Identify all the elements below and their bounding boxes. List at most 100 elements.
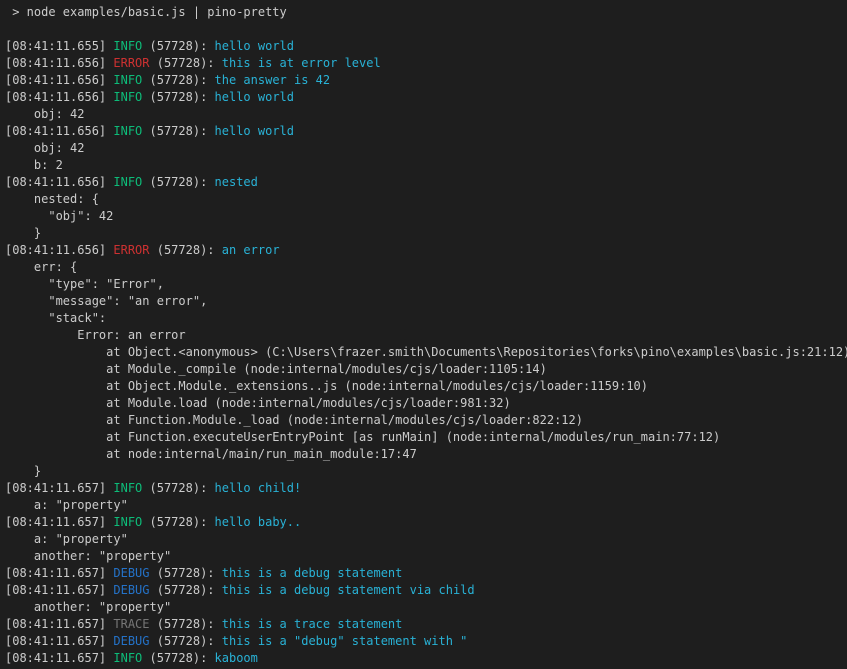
log-pid: (57728):: [142, 90, 214, 104]
log-level-debug: DEBUG: [113, 583, 149, 597]
log-timestamp: [08:41:11.657]: [5, 566, 113, 580]
log-timestamp: [08:41:11.657]: [5, 481, 113, 495]
log-timestamp: [08:41:11.656]: [5, 90, 113, 104]
log-pid: (57728):: [142, 39, 214, 53]
log-message: hello world: [215, 39, 294, 53]
terminal-line: obj: 42: [5, 140, 847, 157]
terminal-line: a: "property": [5, 531, 847, 548]
log-timestamp: [08:41:11.655]: [5, 39, 113, 53]
log-level-info: INFO: [113, 90, 142, 104]
command-text: > node examples/basic.js | pino-pretty: [5, 5, 287, 19]
terminal-line: b: 2: [5, 157, 847, 174]
log-pid: (57728):: [142, 481, 214, 495]
terminal-line: at Function.executeUserEntryPoint [as ru…: [5, 429, 847, 446]
log-message: kaboom: [215, 651, 258, 665]
terminal-line: at node:internal/main/run_main_module:17…: [5, 446, 847, 463]
terminal-line: "type": "Error",: [5, 276, 847, 293]
terminal-line: }: [5, 463, 847, 480]
log-level-trace: TRACE: [113, 617, 149, 631]
log-message: hello child!: [215, 481, 302, 495]
terminal-line: at Object.<anonymous> (C:\Users\frazer.s…: [5, 344, 847, 361]
log-message: the answer is 42: [215, 73, 331, 87]
terminal-line: err: {: [5, 259, 847, 276]
log-message: this is at error level: [222, 56, 381, 70]
log-stack-line: at Function.Module._load (node:internal/…: [5, 413, 583, 427]
log-pid: (57728):: [142, 124, 214, 138]
log-timestamp: [08:41:11.657]: [5, 617, 113, 631]
terminal-line: > node examples/basic.js | pino-pretty: [5, 4, 847, 21]
terminal-line: [08:41:11.656] INFO (57728): hello world: [5, 123, 847, 140]
log-property: "obj": 42: [5, 209, 113, 223]
log-timestamp: [08:41:11.656]: [5, 56, 113, 70]
log-level-info: INFO: [113, 124, 142, 138]
log-property: "message": "an error",: [5, 294, 207, 308]
log-timestamp: [08:41:11.657]: [5, 651, 113, 665]
terminal-line: a: "property": [5, 497, 847, 514]
log-property: another: "property": [5, 549, 171, 563]
log-message: nested: [215, 175, 258, 189]
log-level-info: INFO: [113, 175, 142, 189]
log-message: this is a "debug" statement with ": [222, 634, 468, 648]
log-stack-line: at Module.load (node:internal/modules/cj…: [5, 396, 511, 410]
log-property: obj: 42: [5, 141, 84, 155]
log-stack-line: at Function.executeUserEntryPoint [as ru…: [5, 430, 720, 444]
log-timestamp: [08:41:11.656]: [5, 124, 113, 138]
log-property: another: "property": [5, 600, 171, 614]
log-timestamp: [08:41:11.657]: [5, 583, 113, 597]
terminal-line: [08:41:11.657] INFO (57728): hello baby.…: [5, 514, 847, 531]
log-level-info: INFO: [113, 651, 142, 665]
log-property: "type": "Error",: [5, 277, 164, 291]
log-property: obj: 42: [5, 107, 84, 121]
log-level-error: ERROR: [113, 56, 149, 70]
terminal-output[interactable]: > node examples/basic.js | pino-pretty [0…: [0, 0, 847, 669]
log-timestamp: [08:41:11.656]: [5, 243, 113, 257]
log-property: a: "property": [5, 532, 128, 546]
log-message: hello world: [215, 90, 294, 104]
log-stack-line: at Object.<anonymous> (C:\Users\frazer.s…: [5, 345, 847, 359]
terminal-line: }: [5, 225, 847, 242]
log-property: }: [5, 464, 41, 478]
terminal-line: "message": "an error",: [5, 293, 847, 310]
log-property: }: [5, 226, 41, 240]
terminal-line: [08:41:11.657] INFO (57728): kaboom: [5, 650, 847, 667]
log-level-info: INFO: [113, 515, 142, 529]
log-property: err: {: [5, 260, 77, 274]
log-stack-line: at Module._compile (node:internal/module…: [5, 362, 547, 376]
terminal-line: nested: {: [5, 191, 847, 208]
log-message: this is a debug statement via child: [222, 583, 475, 597]
terminal-line: at Module.load (node:internal/modules/cj…: [5, 395, 847, 412]
log-message: this is a debug statement: [222, 566, 403, 580]
terminal-line: [08:41:11.657] DEBUG (57728): this is a …: [5, 582, 847, 599]
terminal-line: [08:41:11.656] ERROR (57728): this is at…: [5, 55, 847, 72]
log-property: nested: {: [5, 192, 99, 206]
terminal-line: "stack":: [5, 310, 847, 327]
terminal-line: at Module._compile (node:internal/module…: [5, 361, 847, 378]
terminal-line: another: "property": [5, 548, 847, 565]
log-level-info: INFO: [113, 73, 142, 87]
log-timestamp: [08:41:11.656]: [5, 175, 113, 189]
terminal-line: another: "property": [5, 599, 847, 616]
log-message: hello world: [215, 124, 294, 138]
terminal-line: [08:41:11.657] INFO (57728): hello child…: [5, 480, 847, 497]
log-level-info: INFO: [113, 481, 142, 495]
log-pid: (57728):: [150, 617, 222, 631]
log-stack-line: Error: an error: [5, 328, 186, 342]
log-level-error: ERROR: [113, 243, 149, 257]
terminal-line: [08:41:11.656] INFO (57728): hello world: [5, 89, 847, 106]
terminal-line: at Object.Module._extensions..js (node:i…: [5, 378, 847, 395]
log-timestamp: [08:41:11.656]: [5, 73, 113, 87]
terminal-line: [08:41:11.656] INFO (57728): nested: [5, 174, 847, 191]
log-pid: (57728):: [142, 651, 214, 665]
terminal-line: Error: an error: [5, 327, 847, 344]
log-pid: (57728):: [150, 583, 222, 597]
log-pid: (57728):: [150, 566, 222, 580]
terminal-line: [08:41:11.655] INFO (57728): hello world: [5, 38, 847, 55]
terminal-line: obj: 42: [5, 106, 847, 123]
terminal-line: [08:41:11.657] DEBUG (57728): this is a …: [5, 565, 847, 582]
log-pid: (57728):: [142, 515, 214, 529]
log-level-debug: DEBUG: [113, 566, 149, 580]
terminal-line: [08:41:11.656] ERROR (57728): an error: [5, 242, 847, 259]
log-pid: (57728):: [142, 73, 214, 87]
log-message: this is a trace statement: [222, 617, 403, 631]
terminal-line: "obj": 42: [5, 208, 847, 225]
